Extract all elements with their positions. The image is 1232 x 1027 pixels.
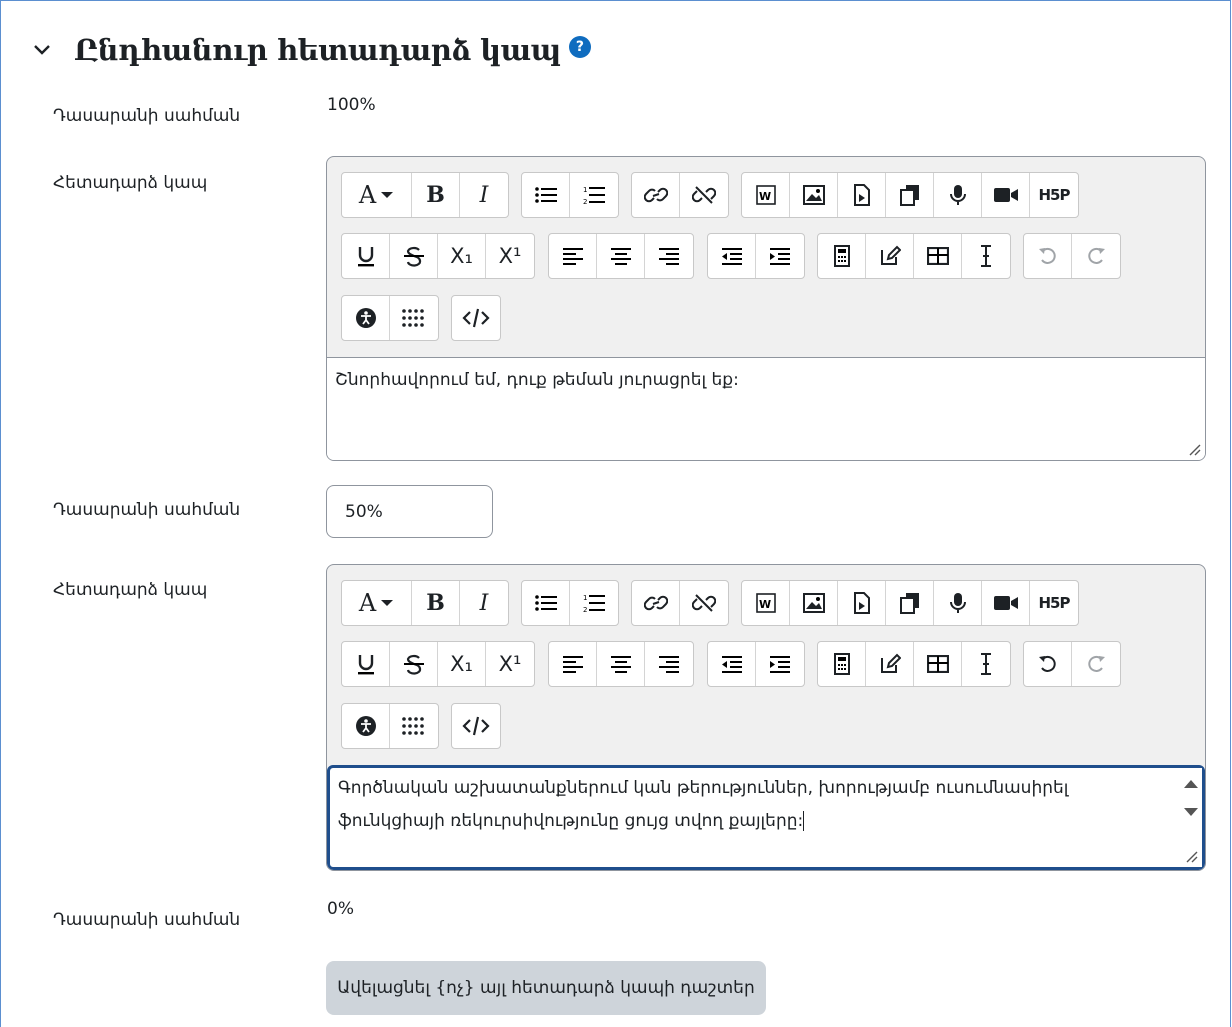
media-file-icon[interactable] [838, 581, 886, 625]
html-code-icon[interactable] [452, 296, 500, 340]
image-icon[interactable] [790, 581, 838, 625]
chevron-down-icon[interactable] [30, 38, 54, 62]
redo-icon[interactable] [1072, 234, 1120, 278]
align-center-icon[interactable] [597, 234, 645, 278]
image-icon[interactable] [790, 173, 838, 217]
numbered-list-icon[interactable]: 12 [570, 581, 618, 625]
grade-boundary-input[interactable]: 50% [326, 485, 493, 538]
copy-icon[interactable] [886, 173, 934, 217]
undo-icon[interactable] [1024, 234, 1072, 278]
feedback-text-line: Գործնական աշխատանքներում կան թերությունն… [338, 778, 1069, 798]
more-apps-icon[interactable] [390, 704, 438, 748]
media-file-icon[interactable] [838, 173, 886, 217]
bullet-list-icon[interactable] [522, 173, 570, 217]
italic-button[interactable]: I [460, 581, 508, 625]
editor-toolbar: A B I 12 W H5P X₁ X¹ [327, 157, 1205, 357]
feedback-editor: A B I 12 W H5P X₁ X¹ [326, 156, 1206, 461]
underline-icon[interactable] [342, 234, 390, 278]
svg-text:2: 2 [583, 198, 587, 205]
superscript-button[interactable]: X¹ [486, 234, 534, 278]
svg-text:1: 1 [583, 186, 587, 194]
video-camera-icon[interactable] [982, 581, 1030, 625]
edit-pencil-icon[interactable] [866, 642, 914, 686]
feedback-text-area[interactable]: Գործնական աշխատանքներում կան թերությունն… [327, 765, 1205, 870]
italic-button[interactable]: I [460, 173, 508, 217]
h5p-icon[interactable]: H5P [1030, 581, 1078, 625]
unlink-icon[interactable] [680, 581, 728, 625]
resize-grip-icon[interactable] [1184, 849, 1198, 863]
scroll-down-icon[interactable] [1184, 808, 1198, 816]
align-left-icon[interactable] [549, 234, 597, 278]
outdent-icon[interactable] [708, 234, 756, 278]
svg-text:1: 1 [583, 594, 587, 602]
section-title: Ընդհանուր հետադարձ կապ [74, 33, 561, 67]
feedback-editor: A B I 12 W H5P X₁ X¹ [326, 564, 1206, 871]
link-icon[interactable] [632, 581, 680, 625]
copy-icon[interactable] [886, 581, 934, 625]
word-import-icon[interactable]: W [742, 581, 790, 625]
strikethrough-icon[interactable] [390, 234, 438, 278]
undo-icon[interactable] [1024, 642, 1072, 686]
align-center-icon[interactable] [597, 642, 645, 686]
bold-button[interactable]: B [412, 581, 460, 625]
more-apps-icon[interactable] [390, 296, 438, 340]
font-size-button[interactable]: A [342, 581, 412, 625]
editor-toolbar: A B I 12 W H5P X₁ X¹ [327, 565, 1205, 765]
subscript-button[interactable]: X₁ [438, 642, 486, 686]
calculator-icon[interactable] [818, 642, 866, 686]
table-icon[interactable] [914, 234, 962, 278]
table-icon[interactable] [914, 642, 962, 686]
indent-icon[interactable] [756, 234, 804, 278]
h5p-icon[interactable]: H5P [1030, 173, 1078, 217]
feedback-text: Շնորհավորում եմ, դուք թեման յուրացրել եք… [335, 370, 739, 390]
accessibility-icon[interactable] [342, 296, 390, 340]
grade-boundary-label: Դասարանի սահման [53, 500, 241, 520]
resize-grip-icon[interactable] [1187, 442, 1201, 456]
strikethrough-icon[interactable] [390, 642, 438, 686]
calculator-icon[interactable] [818, 234, 866, 278]
grade-boundary-label: Դասարանի սահման [53, 106, 241, 126]
edit-pencil-icon[interactable] [866, 234, 914, 278]
video-camera-icon[interactable] [982, 173, 1030, 217]
grade-boundary-value: 0% [327, 899, 354, 919]
redo-icon[interactable] [1072, 642, 1120, 686]
feedback-label: Հետադարձ կապ [53, 173, 208, 193]
grade-boundary-label: Դասարանի սահման [53, 910, 241, 930]
align-left-icon[interactable] [549, 642, 597, 686]
grade-boundary-value: 100% [327, 95, 376, 115]
svg-text:W: W [759, 598, 771, 611]
svg-text:2: 2 [583, 606, 587, 613]
add-feedback-fields-button[interactable]: Ավելացնել {ոչ} այլ հետադարձ կապի դաշտեր [326, 961, 766, 1015]
feedback-text-line: ֆունկցիայի ռեկուրսիվությունը ցույց տվող … [338, 811, 805, 831]
accessibility-icon[interactable] [342, 704, 390, 748]
link-icon[interactable] [632, 173, 680, 217]
underline-icon[interactable] [342, 642, 390, 686]
align-right-icon[interactable] [645, 642, 693, 686]
feedback-label: Հետադարձ կապ [53, 580, 208, 600]
svg-text:W: W [759, 190, 771, 203]
section-header[interactable]: Ընդհանուր հետադարձ կապ ? [30, 30, 591, 70]
help-icon[interactable]: ? [568, 36, 591, 58]
indent-icon[interactable] [756, 642, 804, 686]
bold-button[interactable]: B [412, 173, 460, 217]
font-size-button[interactable]: A [342, 173, 412, 217]
html-code-icon[interactable] [452, 704, 500, 748]
scroll-up-icon[interactable] [1184, 780, 1198, 788]
unlink-icon[interactable] [680, 173, 728, 217]
text-cursor-icon[interactable] [962, 642, 1010, 686]
word-import-icon[interactable]: W [742, 173, 790, 217]
feedback-text-area[interactable]: Շնորհավորում եմ, դուք թեման յուրացրել եք… [327, 357, 1205, 460]
text-cursor-icon[interactable] [962, 234, 1010, 278]
numbered-list-icon[interactable]: 12 [570, 173, 618, 217]
outdent-icon[interactable] [708, 642, 756, 686]
bullet-list-icon[interactable] [522, 581, 570, 625]
align-right-icon[interactable] [645, 234, 693, 278]
microphone-icon[interactable] [934, 173, 982, 217]
superscript-button[interactable]: X¹ [486, 642, 534, 686]
microphone-icon[interactable] [934, 581, 982, 625]
subscript-button[interactable]: X₁ [438, 234, 486, 278]
